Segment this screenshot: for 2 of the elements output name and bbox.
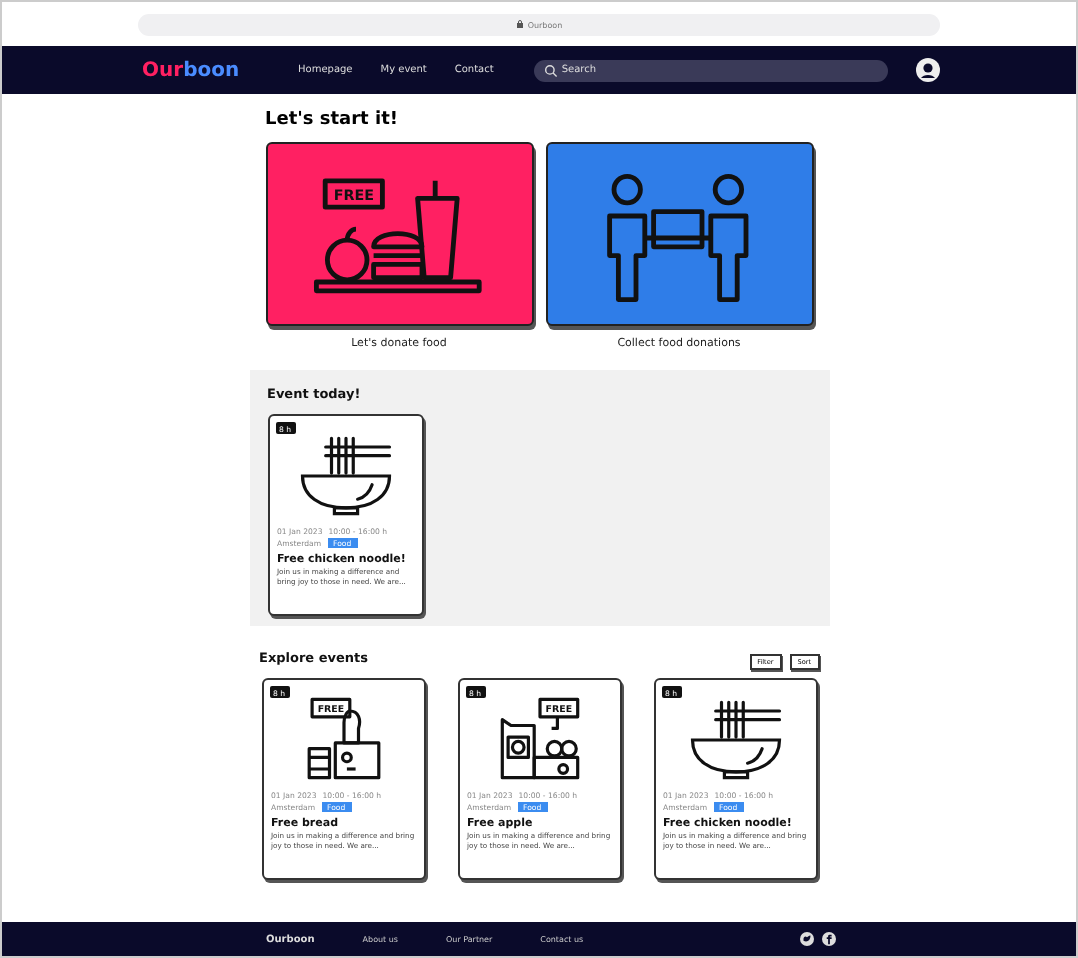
section-title: Let's start it! — [265, 110, 400, 130]
logo[interactable]: Ourboon — [142, 59, 270, 81]
